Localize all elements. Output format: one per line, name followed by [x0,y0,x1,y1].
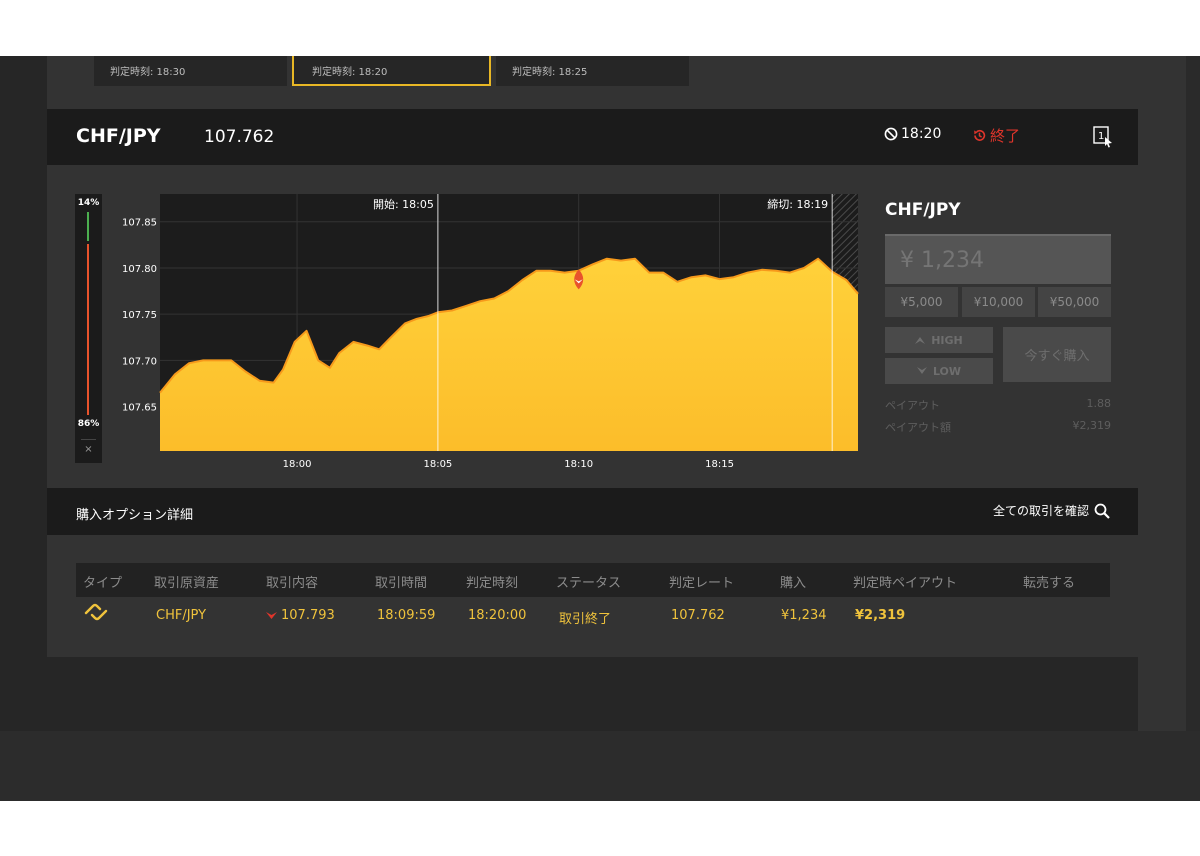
trade-time: 18:09:59 [377,608,436,623]
expiry-card-selected[interactable]: 判定時刻: 18:20 [292,56,491,86]
trading-panel: 判定時刻: 18:30 判定時刻: 18:20 判定時刻: 18:25 CHF/… [47,56,1138,657]
low-probability: 86% [77,419,100,429]
close-icon[interactable]: × [75,444,102,455]
asset-header: CHF/JPY 107.762 18:20 終了 1 [47,109,1138,165]
low-button[interactable]: LOW [885,358,993,384]
high-button[interactable]: HIGH [885,327,993,353]
probability-meter: 14% 86% × [75,194,102,463]
high-probability: 14% [77,198,100,208]
entry-rate: 107.793 [281,608,335,623]
closing-rate: 107.762 [671,608,725,623]
no-entry-icon [884,127,898,141]
footer-band [0,731,1200,801]
y-tick-label: 107.75 [122,310,157,321]
payout-amount-label: ペイアウト額 [885,421,951,434]
right-edge [1186,56,1200,731]
expiry-card-label: 判定時刻: 18:25 [512,67,588,78]
app-window: 判定時刻: 18:30 判定時刻: 18:20 判定時刻: 18:25 CHF/… [0,56,1200,801]
payout-amount-value: ¥2,319 [1072,419,1112,432]
column-header: 判定時刻 [466,576,519,591]
svg-text:1: 1 [1098,131,1104,142]
payout-value: 1.88 [1086,397,1112,410]
low-button-label: LOW [932,364,962,378]
expiry-card-label: 判定時刻: 18:30 [110,67,186,78]
expiry-card[interactable]: 判定時刻: 18:25 [496,56,689,86]
column-header: 取引原資産 [154,576,220,591]
y-tick-label: 107.65 [122,403,157,414]
history-icon [974,129,986,141]
expiry-card-label: 判定時刻: 18:20 [312,67,388,78]
details-title: 購入オプション詳細 [76,508,194,523]
column-header: ステータス [556,576,622,591]
payout-amount: ¥2,319 [855,608,906,623]
payout-amount-row: ペイアウト額 ¥2,319 [885,419,1111,435]
column-header: 判定時ペイアウト [853,576,958,591]
asset-name: CHF/JPY [76,125,161,147]
x-tick-label: 18:00 [283,459,312,470]
column-header: タイプ [83,576,123,591]
status-indicator: 終了 [972,125,1020,146]
trades-table-header: タイプ 取引原資産 取引内容 取引時間 判定時刻 ステータス 判定レート 購入 … [76,563,1110,597]
status-label: 終了 [990,127,1021,145]
trade-expiry: 18:20:00 [468,608,527,623]
start-time-label: 開始: 18:05 [373,197,434,211]
view-all-label: 全ての取引を確認 [992,504,1089,518]
column-header: 取引内容 [266,576,319,591]
x-tick-label: 18:15 [705,459,734,470]
purchase-amount: ¥1,234 [781,608,827,623]
search-icon [1094,503,1110,519]
price-chart: 107.85 107.80 107.75 107.70 107.65 18:00 18:05… [122,194,859,470]
current-rate: 107.762 [204,127,275,147]
expiry-card[interactable]: 判定時刻: 18:30 [94,56,287,86]
high-button-label: HIGH [931,333,963,347]
trade-status: 取引終了 [559,612,612,627]
one-click-icon[interactable]: 1 [1093,126,1113,148]
trade-asset: CHF/JPY [156,608,207,623]
column-header: 購入 [780,576,807,591]
y-tick-label: 107.70 [122,356,157,367]
expiry-time: 18:20 [884,126,941,142]
buy-now-button[interactable]: 今すぐ購入 [1003,327,1111,382]
chevron-down-icon [266,612,277,619]
high-probability-bar [87,212,89,241]
payout-row: ペイアウト 1.88 [885,397,1111,413]
right-gutter [1138,56,1186,731]
chevron-down-icon [916,367,927,374]
column-header: 判定レート [669,576,735,591]
purchase-details-header: 購入オプション詳細 全ての取引を確認 [47,488,1138,535]
trade-type-icon [84,603,108,621]
preset-10000-button[interactable]: ¥10,000 [962,287,1035,317]
table-row[interactable]: CHF/JPY 107.793 18:09:59 18:20:00 取引終了 1… [76,597,1110,633]
end-time-label: 締切: 18:19 [767,197,828,211]
amount-input[interactable] [885,234,1111,284]
y-tick-label: 107.80 [122,264,157,275]
column-header: 転売する [1023,576,1076,591]
x-tick-label: 18:05 [423,459,452,470]
x-tick-label: 18:10 [564,459,593,470]
divider [81,439,96,440]
preset-50000-button[interactable]: ¥50,000 [1038,287,1111,317]
y-tick-label: 107.85 [122,218,157,229]
preset-5000-button[interactable]: ¥5,000 [885,287,958,317]
panel-asset-name: CHF/JPY [885,200,961,220]
order-panel: CHF/JPY ¥5,000 ¥10,000 ¥50,000 HIGH LOW … [885,194,1111,444]
low-probability-bar [87,244,89,415]
expiry-time-label: 18:20 [901,126,942,142]
payout-label: ペイアウト [885,399,940,412]
view-all-trades-link[interactable]: 全ての取引を確認 [993,502,1110,519]
chevron-up-icon [915,337,926,344]
trade-direction: 107.793 [266,608,335,623]
column-header: 取引時間 [375,576,428,591]
